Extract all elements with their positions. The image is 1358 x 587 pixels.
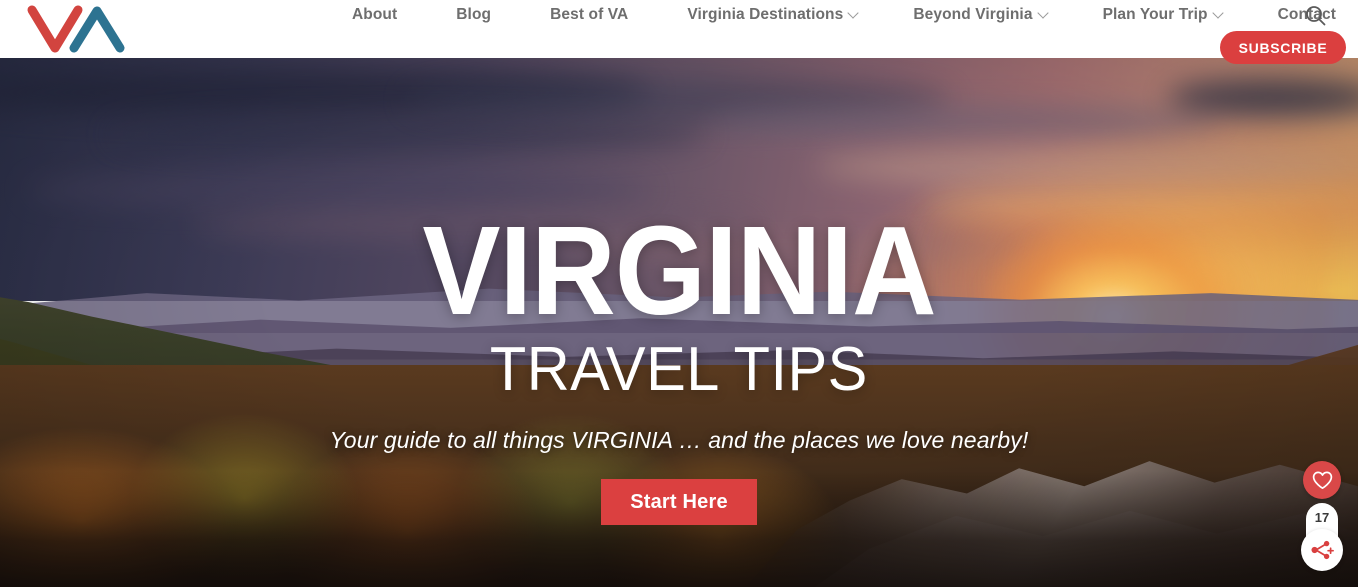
nav-label: Virginia Destinations [687,6,844,23]
hero-content: VIRGINIA TRAVEL TIPS Your guide to all t… [0,58,1358,587]
chevron-down-icon [1214,9,1223,18]
page-subtitle: TRAVEL TIPS [490,335,868,405]
nav-item-blog[interactable]: Blog [456,6,491,24]
hero-section: VIRGINIA TRAVEL TIPS Your guide to all t… [0,58,1358,587]
va-monogram-icon [27,5,125,53]
nav-item-best-of-va[interactable]: Best of VA [550,6,628,24]
site-header: About Blog Best of VA Virginia Destinati… [0,0,1358,64]
page-title: VIRGINIA [422,200,936,341]
virginia-travel-tips-logo[interactable] [22,2,132,58]
share-widget: 17 [1301,503,1343,587]
nav-label: Blog [456,6,492,23]
magnifier-glyph [1306,6,1326,26]
chevron-down-icon [1039,9,1048,18]
main-navigation: About Blog Best of VA Virginia Destinati… [352,0,1336,30]
page-tagline: Your guide to all things VIRGINIA … and … [329,427,1029,454]
nav-item-beyond-virginia[interactable]: Beyond Virginia [913,6,1047,24]
search-icon[interactable] [1303,3,1329,29]
nav-item-about[interactable]: About [352,6,397,24]
nav-label: Plan Your Trip [1102,6,1208,23]
nav-item-virginia-destinations[interactable]: Virginia Destinations [687,6,858,24]
chevron-down-icon [849,9,858,18]
share-button[interactable] [1301,529,1343,571]
nav-item-plan-your-trip[interactable]: Plan Your Trip [1103,6,1223,24]
nav-label: Best of VA [550,6,629,23]
nav-label: Beyond Virginia [913,6,1033,23]
subscribe-button[interactable]: SUBSCRIBE [1220,31,1346,64]
heart-icon [1312,471,1332,489]
share-icon [1311,540,1334,560]
share-count: 17 [1314,510,1330,525]
nav-label: About [352,6,398,23]
start-here-button[interactable]: Start Here [601,479,757,526]
favorite-button[interactable] [1303,461,1341,499]
